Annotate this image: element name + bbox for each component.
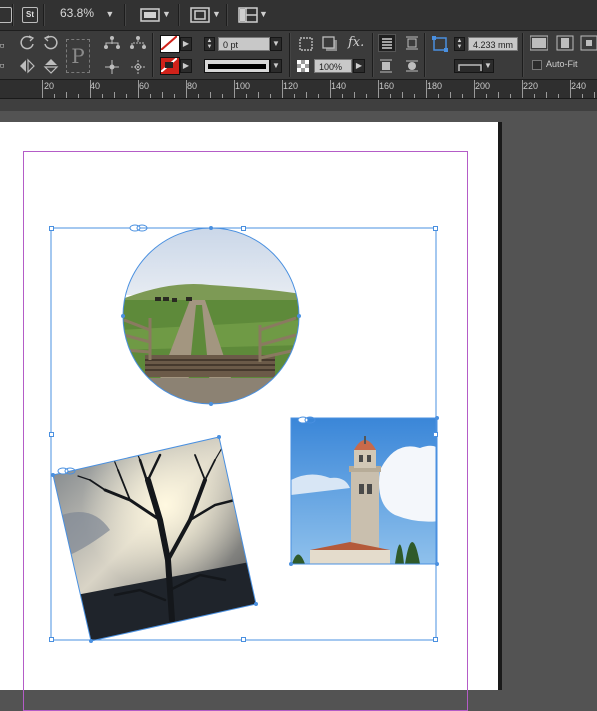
selection-handle-bottom-right[interactable] xyxy=(433,637,438,642)
selection-handle-right[interactable] xyxy=(433,432,438,437)
bare-tree-image[interactable] xyxy=(50,430,260,645)
document-artwork xyxy=(50,224,445,645)
selection-handle-top-right[interactable] xyxy=(433,226,438,231)
selection-handle-left[interactable] xyxy=(49,432,54,437)
church-tower-image[interactable] xyxy=(291,418,445,564)
country-lane-image[interactable] xyxy=(120,225,302,410)
selection-handle-bottom[interactable] xyxy=(241,637,246,642)
selection-handle-top-left[interactable] xyxy=(49,226,54,231)
selection-handle-top[interactable] xyxy=(241,226,246,231)
selection-handle-bottom-left[interactable] xyxy=(49,637,54,642)
